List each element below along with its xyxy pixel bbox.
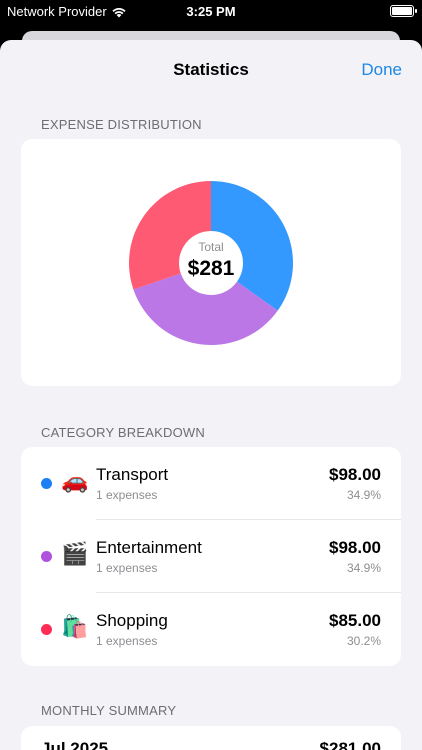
- section-header-distribution: EXPENSE DISTRIBUTION: [41, 117, 202, 132]
- category-amount: $85.00: [329, 611, 381, 630]
- shopping-bags-icon: 🛍️: [61, 614, 89, 639]
- category-percent: 34.9%: [346, 488, 381, 502]
- section-header-monthly: MONTHLY SUMMARY: [41, 703, 177, 718]
- category-list: 🚗 Transport 1 expenses $98.00 34.9% 🎬 En…: [21, 447, 401, 666]
- car-icon: 🚗: [61, 468, 89, 493]
- category-color-dot: [41, 478, 52, 489]
- category-row-entertainment[interactable]: 🎬 Entertainment 1 expenses $98.00 34.9%: [21, 520, 401, 593]
- category-row-shopping[interactable]: 🛍️ Shopping 1 expenses $85.00 30.2%: [21, 593, 401, 666]
- navigation-bar: Statistics Done: [0, 40, 422, 100]
- category-count: 1 expenses: [96, 561, 158, 575]
- monthly-summary-card[interactable]: Jul 2025 $281.00: [21, 726, 401, 750]
- done-button[interactable]: Done: [361, 60, 402, 80]
- month-label: Jul 2025: [41, 739, 109, 750]
- category-name: Shopping: [96, 611, 168, 630]
- month-total: $281.00: [319, 739, 381, 750]
- category-row-transport[interactable]: 🚗 Transport 1 expenses $98.00 34.9%: [21, 447, 401, 520]
- page-title: Statistics: [173, 60, 249, 79]
- category-percent: 30.2%: [346, 634, 381, 648]
- status-bar: Network Provider 3:25 PM: [0, 0, 422, 24]
- category-percent: 34.9%: [346, 561, 381, 575]
- donut-center-total: $281: [187, 257, 235, 280]
- donut-center-label: Total: [198, 240, 224, 254]
- category-amount: $98.00: [329, 538, 381, 557]
- clock: 3:25 PM: [186, 4, 236, 19]
- statistics-sheet: Statistics Done EXPENSE DISTRIBUTION Tot…: [0, 40, 422, 750]
- clapperboard-icon: 🎬: [61, 541, 89, 566]
- chart-card: Total $281: [21, 139, 401, 386]
- category-color-dot: [41, 624, 52, 635]
- category-count: 1 expenses: [96, 488, 158, 502]
- category-amount: $98.00: [329, 465, 381, 484]
- category-name: Entertainment: [96, 538, 202, 557]
- section-header-breakdown: CATEGORY BREAKDOWN: [41, 425, 205, 440]
- category-count: 1 expenses: [96, 634, 158, 648]
- category-name: Transport: [96, 465, 169, 484]
- category-color-dot: [41, 551, 52, 562]
- battery-icon: [390, 5, 417, 17]
